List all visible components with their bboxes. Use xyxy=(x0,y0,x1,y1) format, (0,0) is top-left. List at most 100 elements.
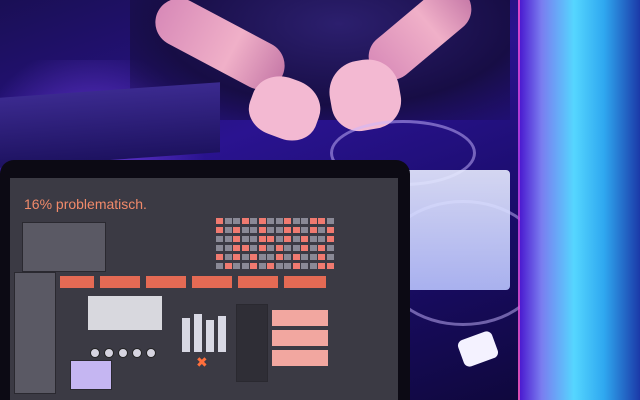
sequencer-step xyxy=(301,218,308,224)
sequencer-grid xyxy=(216,218,336,274)
sequencer-step xyxy=(309,227,317,233)
sequencer-step xyxy=(224,236,232,242)
sequencer-step xyxy=(309,263,317,269)
sequencer-step xyxy=(233,218,240,224)
pattern-grid xyxy=(272,310,328,326)
sequencer-step xyxy=(318,218,325,224)
sequencer-step xyxy=(258,236,266,242)
laptop: 16% problematisch. ✖ xyxy=(0,160,410,400)
sequencer-step xyxy=(241,254,249,260)
sequencer-step xyxy=(267,236,274,242)
power-plug xyxy=(456,329,500,369)
sequencer-step xyxy=(216,245,223,251)
sequencer-step xyxy=(250,245,257,251)
sequencer-step xyxy=(301,245,308,251)
sequencer-step xyxy=(224,218,232,224)
sequencer-step xyxy=(275,263,283,269)
patch-panel xyxy=(22,222,106,272)
sequencer-step xyxy=(224,263,232,269)
sequencer-step xyxy=(292,227,300,233)
sequencer-step xyxy=(318,236,325,242)
sequencer-step xyxy=(301,263,308,269)
sequencer-step xyxy=(284,236,291,242)
sequencer-step xyxy=(301,236,308,242)
sequencer-step xyxy=(326,227,334,233)
sequencer-step xyxy=(309,218,317,224)
sequencer-step xyxy=(216,236,223,242)
sequencer-step xyxy=(258,227,266,233)
fader xyxy=(194,314,202,352)
sequencer-step xyxy=(241,263,249,269)
sequencer-step xyxy=(241,218,249,224)
sequencer-step xyxy=(233,263,240,269)
knob xyxy=(90,348,100,358)
sequencer-step xyxy=(258,245,266,251)
sequencer-step xyxy=(292,218,300,224)
sequencer-step xyxy=(233,236,240,242)
knob xyxy=(132,348,142,358)
sequencer-step xyxy=(258,263,266,269)
sequencer-step xyxy=(267,254,274,260)
pattern-grid xyxy=(272,330,328,346)
sequencer-step xyxy=(275,245,283,251)
sequencer-step xyxy=(224,245,232,251)
sequencer-step xyxy=(292,245,300,251)
sequencer-step xyxy=(250,218,257,224)
sequencer-step xyxy=(216,227,223,233)
sequencer-step xyxy=(284,254,291,260)
sequencer-step xyxy=(241,236,249,242)
track-header xyxy=(192,276,232,288)
sequencer-step xyxy=(267,227,274,233)
sequencer-step xyxy=(275,218,283,224)
sequencer-step xyxy=(292,236,300,242)
sequencer-step xyxy=(326,254,334,260)
sequencer-step xyxy=(267,263,274,269)
fader xyxy=(218,316,226,352)
sequencer-step xyxy=(309,245,317,251)
sequencer-step xyxy=(318,245,325,251)
mixer-strip-panel xyxy=(14,272,56,394)
sequencer-step xyxy=(301,254,308,260)
waveform-display xyxy=(88,296,162,330)
sequencer-step xyxy=(267,218,274,224)
sequencer-step xyxy=(326,245,334,251)
sequencer-step xyxy=(216,263,223,269)
pattern-grid xyxy=(272,350,328,366)
sequencer-step xyxy=(326,236,334,242)
sequencer-step xyxy=(275,254,283,260)
fader xyxy=(182,318,190,352)
close-icon: ✖ xyxy=(196,354,208,370)
sequencer-step xyxy=(309,236,317,242)
sequencer-step xyxy=(284,245,291,251)
sequencer-step xyxy=(275,227,283,233)
sequencer-step xyxy=(216,254,223,260)
fader xyxy=(206,320,214,352)
sequencer-step xyxy=(224,254,232,260)
sequencer-step xyxy=(275,236,283,242)
sample-pad xyxy=(70,360,112,390)
audio-interface xyxy=(400,170,510,290)
sequencer-step xyxy=(284,218,291,224)
sequencer-step xyxy=(233,254,240,260)
sequencer-step xyxy=(224,227,232,233)
sequencer-step xyxy=(250,254,257,260)
sequencer-step xyxy=(267,245,274,251)
sequencer-step xyxy=(258,254,266,260)
knob xyxy=(146,348,156,358)
sequencer-step xyxy=(292,263,300,269)
sequencer-step xyxy=(216,218,223,224)
sequencer-step xyxy=(326,218,334,224)
screen-title: 16% problematisch. xyxy=(24,196,147,212)
knob xyxy=(118,348,128,358)
sequencer-step xyxy=(318,254,325,260)
track-header xyxy=(146,276,186,288)
sequencer-step xyxy=(301,227,308,233)
knob xyxy=(104,348,114,358)
track-header xyxy=(284,276,326,288)
sequencer-step xyxy=(250,236,257,242)
sequencer-step xyxy=(318,227,325,233)
track-header xyxy=(100,276,140,288)
sequencer-step xyxy=(258,218,266,224)
sequencer-step xyxy=(250,227,257,233)
sequencer-step xyxy=(326,263,334,269)
